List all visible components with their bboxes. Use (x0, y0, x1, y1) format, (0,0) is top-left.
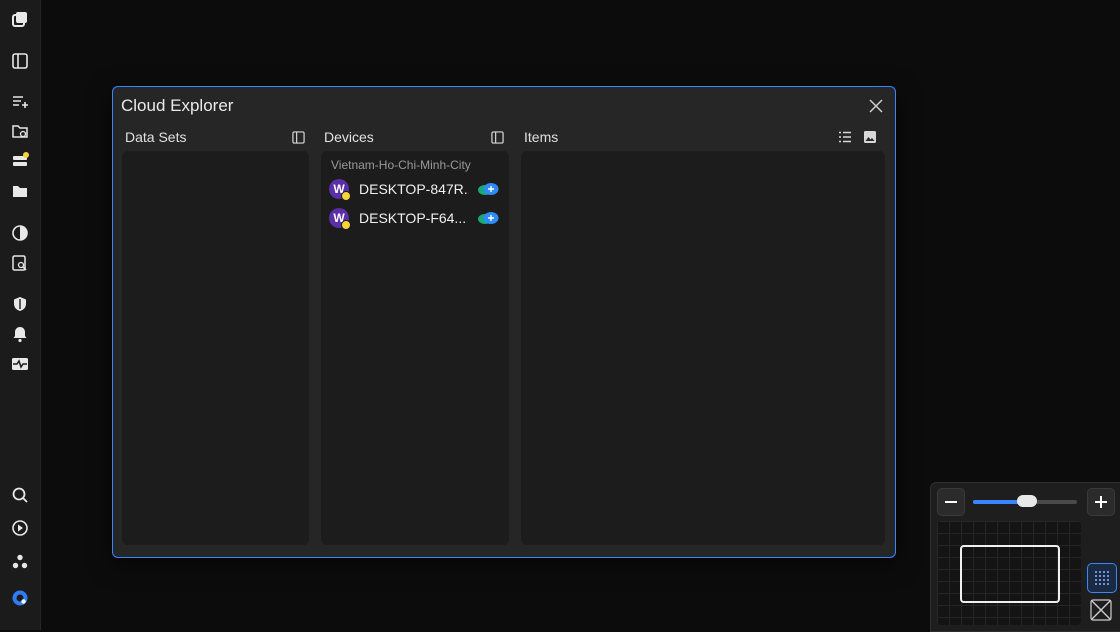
left-toolbar (0, 0, 41, 630)
fit-view-button[interactable] (1087, 596, 1115, 624)
minus-icon (945, 501, 957, 503)
sidebar-panel-icon (291, 130, 305, 144)
datasets-panel-toggle[interactable] (291, 130, 305, 144)
storage-icon[interactable] (10, 151, 30, 171)
bell-icon[interactable] (10, 324, 30, 344)
items-header: Items (524, 129, 559, 145)
pie-chart-icon[interactable] (10, 223, 30, 243)
devices-header: Devices (324, 129, 374, 145)
crossed-grid-icon (1090, 599, 1112, 621)
activity-monitor-icon[interactable] (10, 354, 30, 374)
cloud-sync-icon (477, 211, 499, 225)
status-dot (341, 220, 351, 230)
shield-icon[interactable] (10, 294, 30, 314)
plus-icon (1095, 496, 1107, 508)
device-item[interactable]: W DESKTOP-847R... (329, 178, 499, 201)
cloud-sync-icon (477, 182, 499, 196)
cloud-folder-icon[interactable] (10, 121, 30, 141)
close-button[interactable] (867, 97, 885, 115)
play-circle-icon[interactable] (10, 518, 30, 538)
group-icon[interactable] (10, 552, 30, 572)
list-view-button[interactable] (838, 130, 852, 144)
window-title: Cloud Explorer (121, 96, 234, 115)
sidebar-panel-icon (490, 130, 504, 144)
dot-grid-icon (1095, 571, 1109, 585)
search-icon[interactable] (10, 485, 30, 505)
navigator-panel (930, 482, 1120, 632)
zoom-slider-thumb[interactable] (1017, 495, 1038, 507)
sidebar-panel-icon[interactable] (10, 51, 30, 71)
cloud-explorer-window: Cloud Explorer Data Sets Devices Vietnam… (112, 86, 896, 558)
device-name: DESKTOP-F64... (359, 210, 467, 226)
devices-pane: Vietnam-Ho-Chi-Minh-City W DESKTOP-847R.… (321, 151, 509, 545)
minimap-viewport[interactable] (960, 545, 1060, 603)
zoom-slider[interactable] (973, 495, 1077, 507)
zoom-in-button[interactable] (1087, 488, 1115, 516)
region-label: Vietnam-Ho-Chi-Minh-City (331, 158, 471, 172)
app-logo-icon[interactable] (10, 588, 30, 608)
add-list-icon[interactable] (10, 91, 30, 111)
avatar: W (329, 179, 351, 201)
device-item[interactable]: W DESKTOP-F64... (329, 207, 499, 230)
image-view-button[interactable] (863, 130, 877, 144)
datasets-header: Data Sets (125, 129, 187, 145)
zoom-out-button[interactable] (937, 488, 965, 516)
windows-icon[interactable] (10, 9, 30, 29)
close-icon (869, 99, 883, 113)
items-pane (521, 151, 885, 545)
search-document-icon[interactable] (10, 253, 30, 273)
device-name: DESKTOP-847R... (359, 181, 469, 197)
minimap[interactable] (937, 521, 1081, 625)
folder-icon[interactable] (10, 181, 30, 201)
avatar: W (329, 208, 351, 230)
image-icon (864, 131, 876, 143)
devices-panel-toggle[interactable] (490, 130, 504, 144)
list-view-icon (839, 131, 851, 143)
status-dot (341, 191, 351, 201)
datasets-pane (122, 151, 309, 545)
grid-snap-button[interactable] (1087, 563, 1117, 593)
